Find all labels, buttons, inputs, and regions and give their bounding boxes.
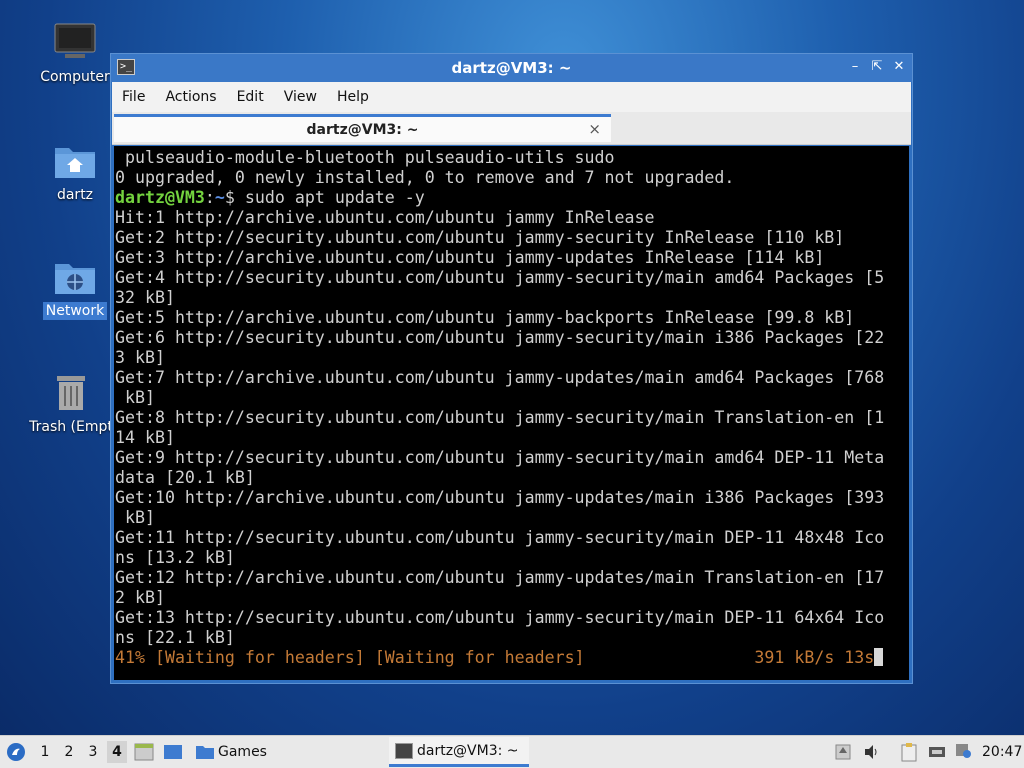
terminal-line: ns [22.1 kB] (115, 628, 235, 647)
terminal-line: ns [13.2 kB] (115, 548, 235, 567)
download-speed: 391 kB/s 13s (754, 648, 875, 667)
games-launcher[interactable]: Games (218, 736, 267, 768)
update-notifier-icon[interactable] (835, 744, 851, 760)
file-manager-icon[interactable] (134, 743, 154, 761)
terminal-line: 3 kB] (115, 348, 165, 367)
tab-bar: dartz@VM3: ~ × (112, 112, 911, 145)
terminal-window: >_ dartz@VM3: ~ – ⇱ ✕ File Actions Edit Vie… (110, 53, 913, 684)
network-status-icon[interactable] (928, 743, 946, 761)
clock[interactable]: 20:47 (982, 736, 1022, 768)
trash-icon (49, 372, 93, 412)
prompt-path: ~ (214, 188, 225, 207)
taskbar-terminal-button[interactable]: dartz@VM3: ~ (389, 737, 529, 767)
desktop-icon-home[interactable]: dartz (30, 140, 120, 204)
network-folder-icon (53, 256, 97, 296)
desktop-icon-label: dartz (56, 187, 94, 203)
close-button[interactable]: ✕ (890, 58, 908, 76)
tab-close-icon[interactable]: × (588, 120, 601, 138)
desktop-icon-computer[interactable]: Computer (30, 22, 120, 86)
terminal-cursor (874, 648, 884, 666)
terminal-line: Get:13 http://security.ubuntu.com/ubuntu… (115, 608, 885, 627)
terminal-line: kB] (115, 388, 155, 407)
terminal-line: Get:4 http://security.ubuntu.com/ubuntu … (115, 268, 885, 287)
taskbar: 1 2 3 4 Games dartz@VM3: ~ 20:47 (0, 735, 1024, 768)
prompt-symbol: $ (224, 188, 245, 207)
terminal-line: data [20.1 kB] (115, 468, 255, 487)
menu-help[interactable]: Help (327, 82, 379, 112)
window-title: dartz@VM3: ~ (451, 59, 572, 77)
maximize-button[interactable]: ⇱ (868, 58, 886, 76)
home-folder-icon (53, 140, 97, 180)
desktop-icon-label: Network (42, 302, 108, 320)
terminal-line: 32 kB] (115, 288, 175, 307)
terminal-line: Get:9 http://security.ubuntu.com/ubuntu … (115, 448, 885, 467)
menu-view[interactable]: View (274, 82, 327, 112)
taskbar-terminal-label: dartz@VM3: ~ (417, 743, 519, 759)
workspace-3[interactable]: 3 (83, 741, 103, 763)
terminal-line: Get:3 http://archive.ubuntu.com/ubuntu j… (115, 248, 825, 267)
folder-icon[interactable] (195, 744, 215, 760)
terminal-line: Get:10 http://archive.ubuntu.com/ubuntu … (115, 488, 885, 507)
clipboard-icon[interactable] (900, 742, 918, 762)
terminal-output[interactable]: pulseaudio-module-bluetooth pulseaudio-u… (114, 146, 909, 680)
terminal-line: Hit:1 http://archive.ubuntu.com/ubuntu j… (115, 208, 655, 227)
terminal-icon (395, 743, 413, 759)
terminal-line: kB] (115, 508, 155, 527)
start-menu-icon[interactable] (6, 742, 26, 762)
desktop-icon-label: Computer (40, 69, 110, 85)
minimize-button[interactable]: – (846, 58, 864, 76)
workspace-2[interactable]: 2 (59, 741, 79, 763)
progress-pad (585, 648, 755, 667)
terminal-line: Get:8 http://security.ubuntu.com/ubuntu … (115, 408, 885, 427)
prompt-sep: : (204, 188, 215, 207)
prompt-user: dartz@VM3 (115, 188, 205, 207)
terminal-line: Get:6 http://security.ubuntu.com/ubuntu … (115, 328, 885, 347)
tab-label: dartz@VM3: ~ (306, 122, 419, 138)
terminal-line: Get:11 http://security.ubuntu.com/ubuntu… (115, 528, 885, 547)
desktop-icon-label: Trash (Empt (29, 419, 113, 435)
desktop-icon-trash[interactable]: Trash (Empt (26, 372, 116, 436)
menu-edit[interactable]: Edit (227, 82, 274, 112)
volume-icon[interactable] (863, 744, 881, 760)
prompt-command: sudo apt update -y (244, 188, 425, 207)
terminal-line: pulseaudio-module-bluetooth pulseaudio-u… (115, 148, 615, 167)
menu-bar: File Actions Edit View Help (112, 82, 911, 112)
terminal-line: Get:5 http://archive.ubuntu.com/ubuntu j… (115, 308, 855, 327)
tab-terminal[interactable]: dartz@VM3: ~ × (114, 114, 611, 142)
terminal-line: Get:12 http://archive.ubuntu.com/ubuntu … (115, 568, 885, 587)
desktop-show-icon[interactable] (163, 744, 183, 760)
terminal-line: 2 kB] (115, 588, 165, 607)
terminal-line: Get:2 http://security.ubuntu.com/ubuntu … (115, 228, 845, 247)
desktop-icon-network[interactable]: Network (30, 256, 120, 320)
terminal-line: 14 kB] (115, 428, 175, 447)
menu-actions[interactable]: Actions (155, 82, 226, 112)
window-titlebar[interactable]: >_ dartz@VM3: ~ – ⇱ ✕ (111, 54, 912, 82)
computer-icon (53, 22, 97, 62)
terminal-line: 0 upgraded, 0 newly installed, 0 to remo… (115, 168, 735, 187)
workspace-4[interactable]: 4 (107, 741, 127, 763)
workspace-1[interactable]: 1 (35, 741, 55, 763)
terminal-line: Get:7 http://archive.ubuntu.com/ubuntu j… (115, 368, 885, 387)
notification-icon[interactable] (954, 742, 972, 760)
menu-file[interactable]: File (112, 82, 155, 112)
progress-status: 41% [Waiting for headers] [Waiting for h… (115, 648, 585, 667)
